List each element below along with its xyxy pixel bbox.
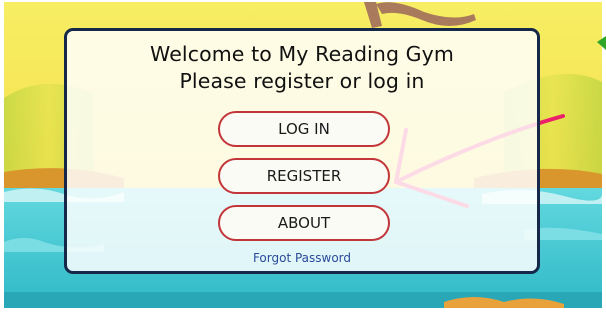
welcome-title: Welcome to My Reading Gym [150,42,454,66]
forgot-password-link[interactable]: Forgot Password [67,251,537,265]
welcome-subtitle: Please register or log in [179,69,425,93]
register-button[interactable]: REGISTER [218,158,390,194]
welcome-heading: Welcome to My Reading Gym Please registe… [67,41,537,95]
login-button[interactable]: LOG IN [218,111,390,147]
login-panel: Welcome to My Reading Gym Please registe… [64,28,540,274]
about-button[interactable]: ABOUT [218,205,390,241]
